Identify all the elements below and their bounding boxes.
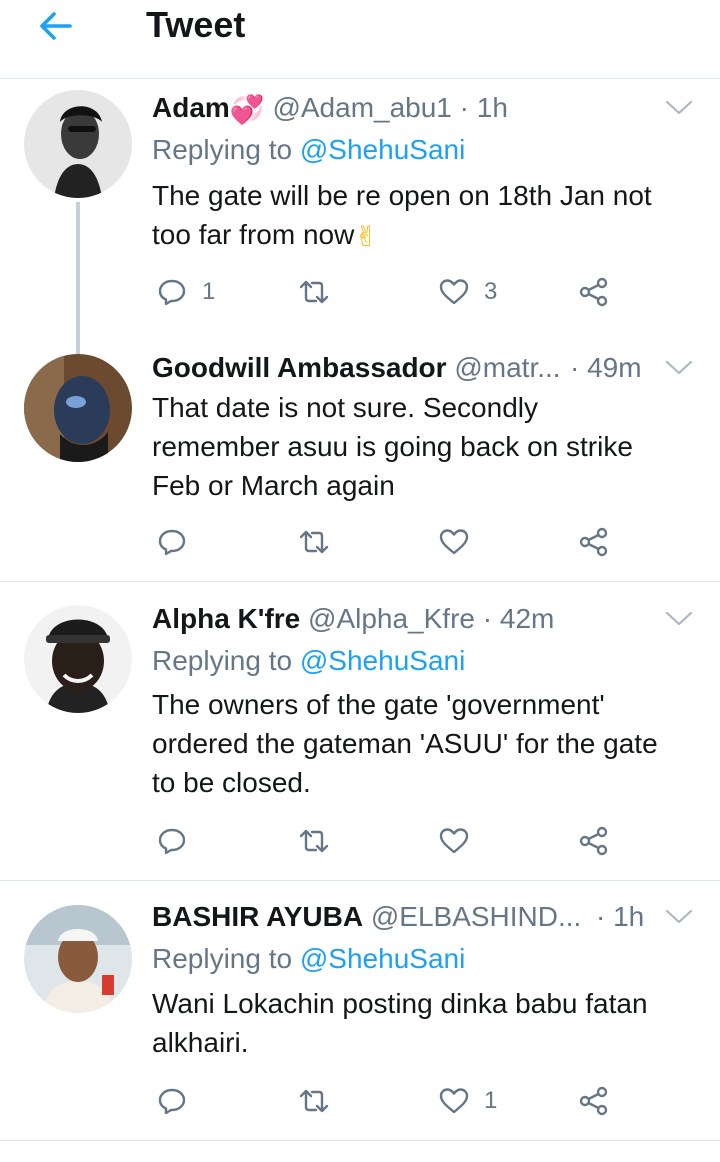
share-button[interactable] bbox=[578, 1081, 610, 1121]
divider bbox=[0, 1140, 720, 1141]
tweet-header: Alpha K'fre @Alpha_Kfre · 42m bbox=[152, 601, 554, 637]
share-button[interactable] bbox=[578, 522, 610, 562]
heart-icon bbox=[439, 1088, 469, 1114]
heart-icon bbox=[439, 279, 469, 305]
tweet-time: · 1h bbox=[596, 901, 645, 932]
tweet-text: Wani Lokachin posting dinka babu fatan a… bbox=[152, 988, 648, 1058]
share-button[interactable] bbox=[578, 272, 610, 312]
retweet-icon bbox=[299, 1089, 329, 1113]
tweet-header: BASHIR AYUBA @ELBASHIND... bbox=[152, 899, 581, 935]
app-header: Tweet bbox=[0, 0, 720, 79]
reply-button[interactable]: 1 bbox=[156, 272, 215, 312]
tweet-header: Adam💞 @Adam_abu1 · 1h bbox=[152, 90, 508, 128]
display-name[interactable]: BASHIR AYUBA bbox=[152, 901, 363, 932]
user-handle[interactable]: @ELBASHIND... bbox=[371, 901, 581, 932]
display-name[interactable]: Goodwill Ambassador bbox=[152, 352, 447, 383]
tweet-1[interactable]: Adam💞 @Adam_abu1 · 1h Replying to @Shehu… bbox=[0, 90, 720, 442]
tweet-time: · 49m bbox=[570, 352, 642, 383]
victory-hand-emoji: ✌ bbox=[354, 221, 378, 253]
replying-to: Replying to @ShehuSani bbox=[152, 134, 466, 165]
tweet-time: · 42m bbox=[482, 603, 555, 634]
retweet-button[interactable] bbox=[298, 272, 330, 312]
reply-button[interactable] bbox=[156, 1081, 188, 1121]
tweet-actions: 1 3 bbox=[152, 272, 672, 312]
mention-link[interactable]: @ShehuSani bbox=[300, 645, 465, 676]
tweet-text: The owners of the gate 'government' orde… bbox=[152, 689, 658, 798]
retweet-button[interactable] bbox=[298, 821, 330, 861]
reply-button[interactable] bbox=[156, 821, 188, 861]
reply-button[interactable] bbox=[156, 522, 188, 562]
mention-link[interactable]: @ShehuSani bbox=[300, 943, 465, 974]
reply-icon bbox=[158, 279, 186, 306]
tweet-time-wrap: · 49m bbox=[570, 350, 642, 386]
tweet-text: That date is not sure. Secondly remember… bbox=[152, 392, 633, 501]
user-handle[interactable]: @matr... bbox=[454, 352, 560, 383]
heart-emoji: 💞 bbox=[229, 93, 265, 125]
retweet-icon bbox=[299, 829, 329, 853]
reply-icon bbox=[158, 1088, 186, 1115]
reply-count: 1 bbox=[202, 278, 216, 305]
like-button[interactable]: 3 bbox=[438, 272, 497, 312]
chevron-down-icon[interactable] bbox=[664, 358, 694, 378]
mention-link[interactable]: @ShehuSani bbox=[300, 134, 465, 165]
reply-icon bbox=[158, 828, 186, 855]
avatar[interactable] bbox=[24, 354, 132, 462]
retweet-icon bbox=[299, 280, 329, 304]
tweet-actions bbox=[152, 522, 672, 562]
avatar[interactable] bbox=[24, 605, 132, 713]
tweet-time: · 1h bbox=[459, 92, 508, 123]
share-icon bbox=[579, 826, 608, 856]
tweet-2[interactable]: Goodwill Ambassador @matr... · 49m That … bbox=[0, 350, 720, 580]
divider bbox=[0, 880, 720, 881]
replying-to: Replying to @ShehuSani bbox=[152, 943, 466, 974]
tweet-header: Goodwill Ambassador @matr... bbox=[152, 350, 561, 386]
avatar[interactable] bbox=[24, 90, 132, 198]
share-icon bbox=[579, 527, 608, 557]
avatar[interactable] bbox=[24, 905, 132, 1013]
divider bbox=[0, 581, 720, 582]
like-button[interactable] bbox=[438, 522, 470, 562]
chevron-down-icon[interactable] bbox=[664, 609, 694, 629]
like-count: 1 bbox=[484, 1087, 498, 1114]
retweet-icon bbox=[299, 530, 329, 554]
tweet-4[interactable]: BASHIR AYUBA @ELBASHIND... · 1h Replying… bbox=[0, 899, 720, 1139]
tweet-actions bbox=[152, 821, 672, 861]
tweet-time-wrap: · 1h bbox=[596, 899, 644, 935]
tweet-actions: 1 bbox=[152, 1081, 672, 1121]
replying-to: Replying to @ShehuSani bbox=[152, 645, 466, 676]
chevron-down-icon[interactable] bbox=[664, 907, 694, 927]
display-name[interactable]: Alpha K'fre bbox=[152, 603, 300, 634]
page-title: Tweet bbox=[146, 4, 246, 45]
like-button[interactable] bbox=[438, 821, 470, 861]
tweet-text: The gate will be re open on 18th Jan not… bbox=[152, 176, 702, 256]
retweet-button[interactable] bbox=[298, 522, 330, 562]
share-icon bbox=[579, 277, 608, 307]
retweet-button[interactable] bbox=[298, 1081, 330, 1121]
chevron-down-icon[interactable] bbox=[664, 98, 694, 118]
heart-icon bbox=[439, 529, 469, 555]
share-icon bbox=[579, 1086, 608, 1116]
back-arrow-icon[interactable] bbox=[36, 6, 76, 46]
share-button[interactable] bbox=[578, 821, 610, 861]
heart-icon bbox=[439, 828, 469, 854]
reply-icon bbox=[158, 529, 186, 556]
like-count: 3 bbox=[484, 278, 498, 305]
tweet-3[interactable]: Alpha K'fre @Alpha_Kfre · 42m Replying t… bbox=[0, 601, 720, 879]
like-button[interactable]: 1 bbox=[438, 1081, 497, 1121]
display-name[interactable]: Adam bbox=[152, 92, 230, 123]
user-handle[interactable]: @Adam_abu1 bbox=[272, 92, 451, 123]
user-handle[interactable]: @Alpha_Kfre bbox=[308, 603, 475, 634]
